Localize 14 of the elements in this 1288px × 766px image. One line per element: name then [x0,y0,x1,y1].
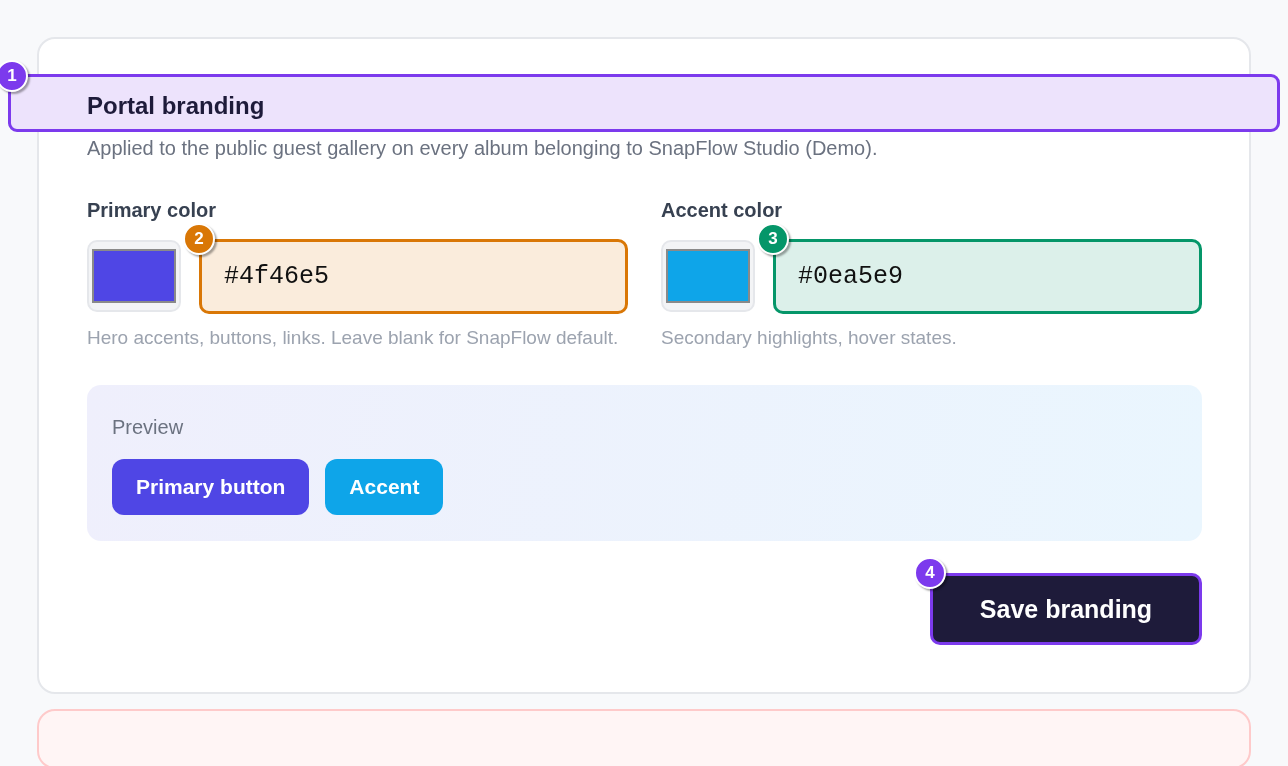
field-hint: Secondary highlights, hover states. [661,326,958,350]
step-badge: 2 [183,223,215,255]
color-swatch[interactable] [661,240,755,312]
section-title: Portal branding [87,91,266,121]
color-swatch[interactable] [87,240,181,312]
section-description: Applied to the public guest gallery on every album belonging to SnapFlow Studio (Demo). [87,136,879,161]
field-label: Primary color [87,198,217,223]
field-label: Accent color [661,198,784,223]
preview-label: Preview [112,415,185,440]
field-hint: Hero accents, buttons, links. Leave blank for SnapFlow default. [87,326,620,350]
step-badge: 1 [0,60,28,92]
step-badge: 3 [757,223,789,255]
preview-button[interactable]: Primary button [112,459,310,515]
step-badge: 4 [914,557,946,589]
